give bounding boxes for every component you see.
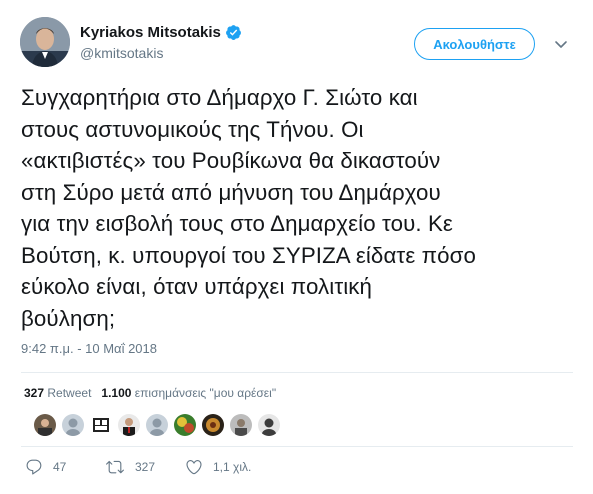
tweet-line: βούληση;	[21, 305, 116, 331]
retweet-stat-count: 327	[24, 386, 45, 400]
liker-avatar[interactable]	[202, 414, 224, 436]
retweet-stat-label: Retweet	[47, 386, 92, 400]
tweet-line: Συγχαρητήρια στο Δήμαρχο Γ. Σιώτο και	[21, 85, 418, 110]
reply-button[interactable]: 47	[25, 458, 105, 476]
like-button[interactable]: 1,1 χιλ.	[185, 458, 265, 476]
tweet-line: «ακτιβιστές» του Ρουβίκωνα θα δικαστούν	[21, 148, 441, 173]
follow-button[interactable]: Ακολουθήστε	[414, 28, 535, 60]
like-count: 1,1 χιλ.	[213, 460, 252, 474]
tweet-line: Βούτση, κ. υπουργοί του ΣΥΡΙΖΑ είδατε πό…	[21, 242, 477, 268]
liker-avatar[interactable]	[146, 414, 168, 436]
author-info: Kyriakos Mitsotakis @kmitsotakis	[80, 22, 242, 61]
liker-avatar[interactable]	[90, 414, 112, 436]
tweet-timestamp[interactable]: 9:42 π.μ. - 10 Μαΐ 2018	[21, 341, 157, 356]
liker-avatar[interactable]	[118, 414, 140, 436]
reply-count: 47	[53, 460, 67, 474]
tweet-actions: 47 327 1,1 χιλ.	[25, 458, 265, 476]
author-handle[interactable]: @kmitsotakis	[80, 45, 242, 61]
liker-avatar[interactable]	[174, 414, 196, 436]
reply-icon	[25, 458, 43, 476]
tweet-line: στους αστυνομικούς της Τήνου. Οι	[21, 116, 364, 142]
retweet-button[interactable]: 327	[105, 458, 185, 476]
author-avatar[interactable]	[20, 17, 70, 67]
liker-avatar[interactable]	[34, 414, 56, 436]
name-row: Kyriakos Mitsotakis	[80, 22, 242, 42]
retweet-icon	[105, 458, 125, 476]
liker-avatars	[34, 414, 280, 436]
divider	[21, 372, 573, 373]
heart-icon	[185, 458, 203, 476]
retweet-stat[interactable]: 327 Retweet	[24, 386, 91, 400]
likes-stat-count: 1.100	[101, 386, 132, 400]
tweet-line: στη Σύρο μετά από μήνυση του Δημάρχου	[21, 179, 441, 205]
tweet-line: για την εισβολή τους στο Δημαρχείο του. …	[21, 211, 453, 236]
tweet-card: Kyriakos Mitsotakis @kmitsotakis Ακολουθ…	[0, 0, 593, 494]
tweet-text: Συγχαρητήρια στο Δήμαρχο Γ. Σιώτο και στ…	[21, 82, 576, 334]
liker-avatar[interactable]	[230, 414, 252, 436]
author-name[interactable]: Kyriakos Mitsotakis	[80, 24, 221, 41]
divider	[21, 446, 573, 447]
tweet-stats: 327 Retweet 1.100 επισημάνσεις "μου αρέσ…	[24, 386, 276, 400]
tweet-line: εύκολο είναι, όταν υπάρχει πολιτική	[21, 274, 373, 299]
likes-stat-label: επισημάνσεις "μου αρέσει"	[134, 386, 277, 400]
likes-stat[interactable]: 1.100 επισημάνσεις "μου αρέσει"	[101, 386, 276, 400]
verified-badge-icon	[225, 24, 242, 41]
chevron-down-icon[interactable]	[553, 36, 569, 52]
retweet-count: 327	[135, 460, 156, 474]
liker-avatar[interactable]	[258, 414, 280, 436]
liker-avatar[interactable]	[62, 414, 84, 436]
